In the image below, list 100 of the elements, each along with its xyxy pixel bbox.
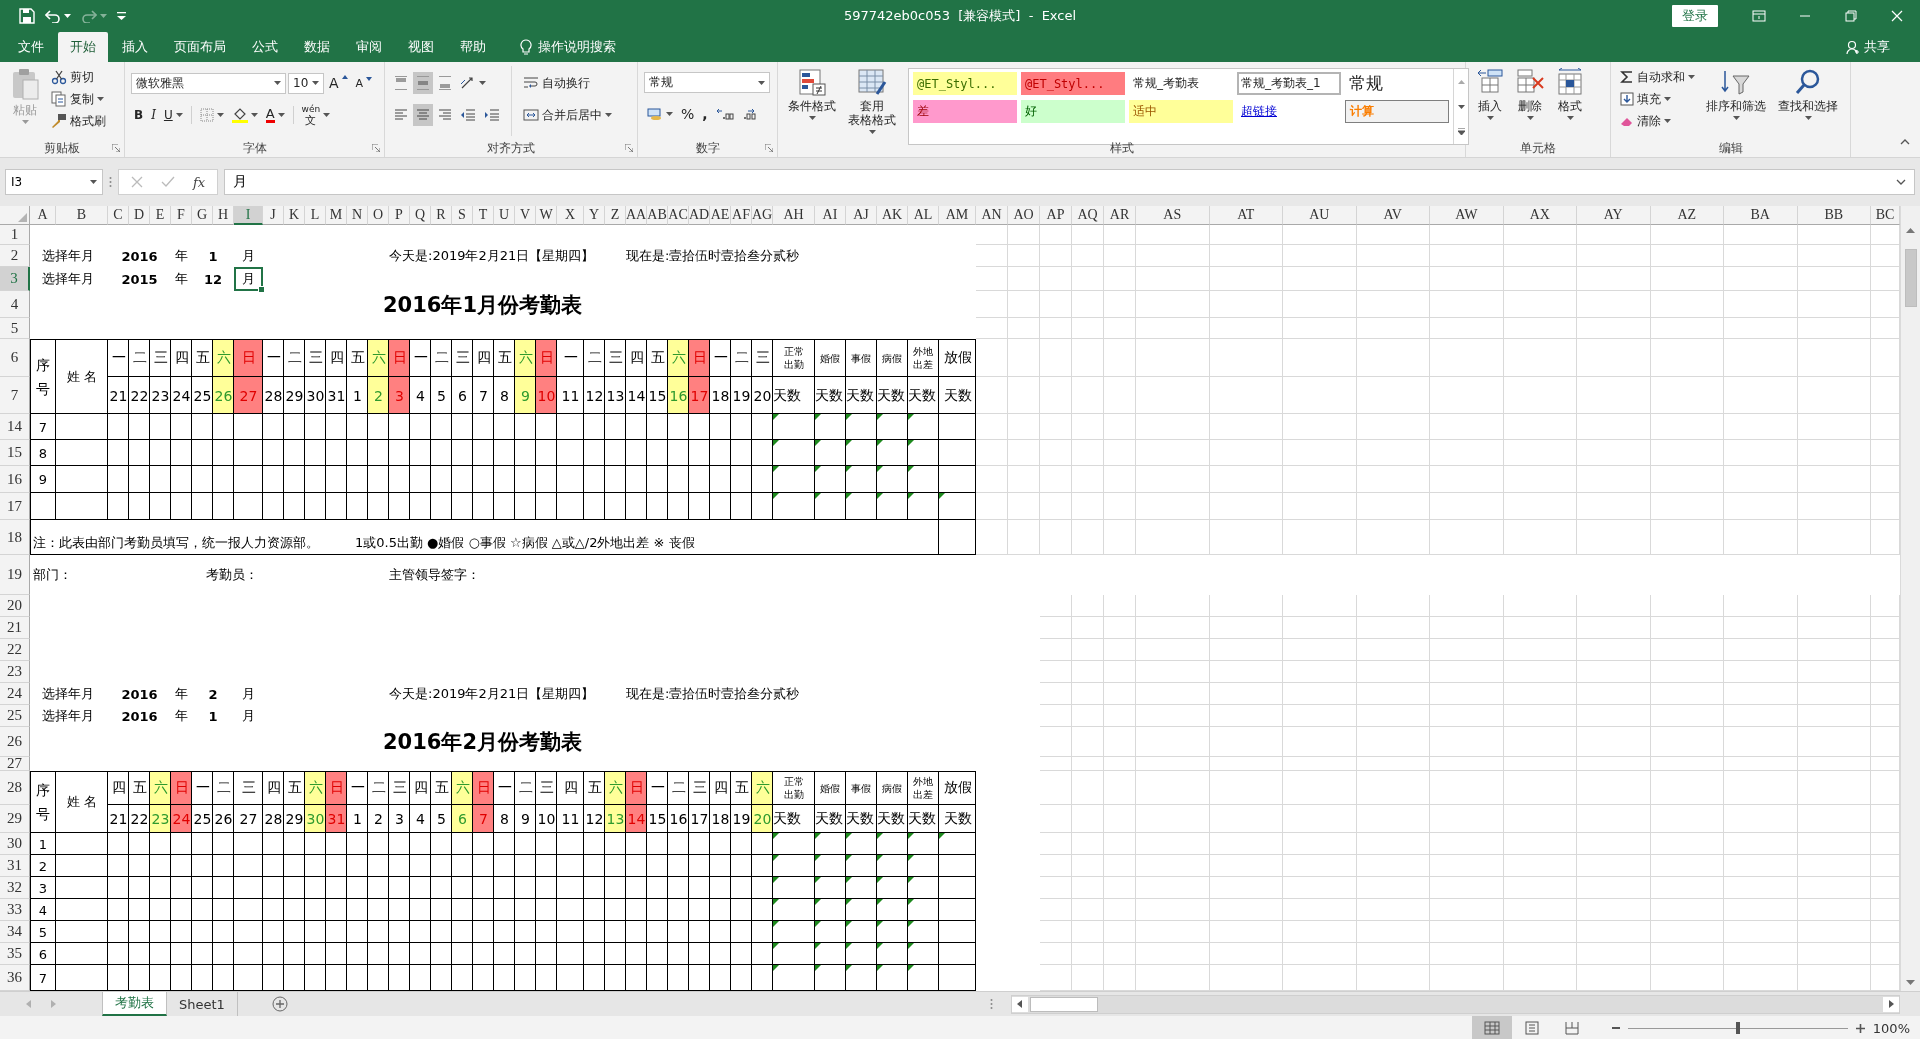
column-header[interactable]: J [263, 206, 284, 225]
column-header[interactable]: AG [752, 206, 773, 225]
cell-style-item[interactable]: 好 [1021, 100, 1125, 123]
format-cells-button[interactable]: 格式 [1552, 66, 1588, 140]
row-header[interactable]: 1 [0, 225, 30, 245]
font-name-dropdown[interactable]: 微软雅黑 [131, 72, 286, 94]
column-header[interactable]: Q [410, 206, 431, 225]
row-header[interactable]: 14 [0, 414, 30, 440]
cell-style-item[interactable]: 适中 [1129, 100, 1233, 123]
dialog-launcher[interactable] [625, 143, 633, 153]
column-header[interactable]: BC [1871, 206, 1900, 225]
column-header[interactable]: X [557, 206, 584, 225]
horizontal-scrollbar[interactable] [1010, 994, 1900, 1014]
menu-tab[interactable]: 视图 [396, 32, 446, 62]
cell-style-item[interactable]: 超链接 [1237, 100, 1341, 123]
column-header[interactable]: AW [1430, 206, 1504, 225]
format-as-table-button[interactable]: 套用 表格格式 [844, 66, 900, 140]
row-header[interactable]: 32 [0, 877, 30, 899]
column-header[interactable]: AQ [1072, 206, 1104, 225]
column-header[interactable]: BB [1797, 206, 1871, 225]
row-header[interactable]: 27 [0, 757, 30, 771]
cell-style-item[interactable]: 常规_考勤表_1 [1237, 72, 1341, 95]
conditional-formatting-button[interactable]: 条件格式 [784, 66, 840, 140]
menu-tab[interactable]: 审阅 [344, 32, 394, 62]
column-header[interactable]: AA [626, 206, 647, 225]
row-header[interactable]: 4 [0, 291, 30, 318]
fill-handle[interactable] [258, 286, 265, 293]
row-header[interactable]: 16 [0, 466, 30, 493]
insert-function-button[interactable]: fx [193, 174, 206, 190]
row-header[interactable]: 3 [0, 267, 30, 291]
align-button[interactable] [413, 104, 433, 126]
comma-button[interactable]: , [699, 103, 711, 125]
fill-button[interactable]: 填充 [1617, 88, 1698, 110]
align-button[interactable] [413, 72, 433, 94]
find-select-button[interactable]: 查找和选择 [1774, 66, 1842, 140]
dialog-launcher[interactable] [112, 143, 120, 153]
row-header[interactable]: 7 [0, 377, 30, 414]
column-header[interactable]: V [515, 206, 536, 225]
underline-button[interactable]: U [160, 104, 186, 126]
column-header[interactable]: AX [1503, 206, 1577, 225]
delete-cells-button[interactable]: 删除 [1512, 66, 1548, 140]
column-header[interactable]: AT [1209, 206, 1283, 225]
row-header[interactable]: 6 [0, 339, 30, 377]
italic-button[interactable]: I [148, 104, 159, 126]
column-header[interactable]: AS [1136, 206, 1210, 225]
insert-cells-button[interactable]: 插入 [1472, 66, 1508, 140]
column-header[interactable]: N [347, 206, 368, 225]
column-header[interactable]: H [213, 206, 234, 225]
row-header[interactable]: 29 [0, 805, 30, 833]
row-header[interactable]: 15 [0, 440, 30, 466]
column-header[interactable]: AM [939, 206, 976, 225]
sheet-tab[interactable]: 考勤表 [102, 992, 167, 1016]
row-header[interactable]: 31 [0, 855, 30, 877]
wrap-text-button[interactable]: 自动换行 [520, 72, 593, 94]
row-header[interactable]: 30 [0, 833, 30, 855]
column-header[interactable]: Z [605, 206, 626, 225]
column-header[interactable]: AV [1356, 206, 1430, 225]
column-header[interactable]: A [30, 206, 56, 225]
column-header[interactable]: L [305, 206, 326, 225]
column-header[interactable]: M [326, 206, 347, 225]
autosum-button[interactable]: 自动求和 [1617, 66, 1698, 88]
bold-button[interactable]: B [131, 104, 147, 126]
row-header[interactable]: 5 [0, 318, 30, 339]
grow-font-button[interactable]: A [326, 72, 351, 94]
column-header[interactable]: S [452, 206, 473, 225]
column-header[interactable]: E [150, 206, 171, 225]
scrollbar-thumb[interactable] [1029, 996, 1098, 1012]
column-header[interactable]: P [389, 206, 410, 225]
column-header[interactable]: AL [908, 206, 939, 225]
formula-input[interactable]: 月 [224, 169, 1915, 195]
column-header[interactable]: AE [710, 206, 731, 225]
column-header[interactable]: F [171, 206, 192, 225]
menu-tab[interactable]: 开始 [58, 32, 108, 62]
column-header[interactable]: D [129, 206, 150, 225]
dialog-launcher[interactable] [765, 143, 773, 153]
column-header[interactable]: AB [647, 206, 668, 225]
column-header[interactable]: W [536, 206, 557, 225]
vertical-scrollbar[interactable] [1900, 206, 1920, 991]
column-header[interactable]: AC [668, 206, 689, 225]
row-header[interactable]: 26 [0, 727, 30, 757]
column-header[interactable]: G [192, 206, 213, 225]
column-header[interactable]: AI [815, 206, 846, 225]
copy-button[interactable]: 复制 [48, 88, 109, 110]
row-header[interactable]: 23 [0, 661, 30, 683]
column-header[interactable]: K [284, 206, 305, 225]
column-header[interactable]: AK [877, 206, 908, 225]
column-header[interactable]: B [56, 206, 108, 225]
phonetic-guide-button[interactable]: wén 文 [298, 104, 334, 126]
row-header[interactable]: 35 [0, 943, 30, 965]
zoom-slider-thumb[interactable] [1735, 1022, 1740, 1034]
cell-style-item[interactable]: 常规 [1345, 72, 1449, 95]
normal-view-button[interactable] [1471, 1016, 1512, 1039]
row-header[interactable]: 20 [0, 595, 30, 617]
clear-button[interactable]: 清除 [1617, 110, 1698, 132]
column-header[interactable]: AD [689, 206, 710, 225]
zoom-level[interactable]: 100% [1872, 1020, 1910, 1036]
row-header[interactable]: 19 [0, 555, 30, 595]
dialog-launcher[interactable] [372, 143, 380, 153]
row-header[interactable]: 33 [0, 899, 30, 921]
font-size-dropdown[interactable]: 10 [288, 72, 324, 94]
